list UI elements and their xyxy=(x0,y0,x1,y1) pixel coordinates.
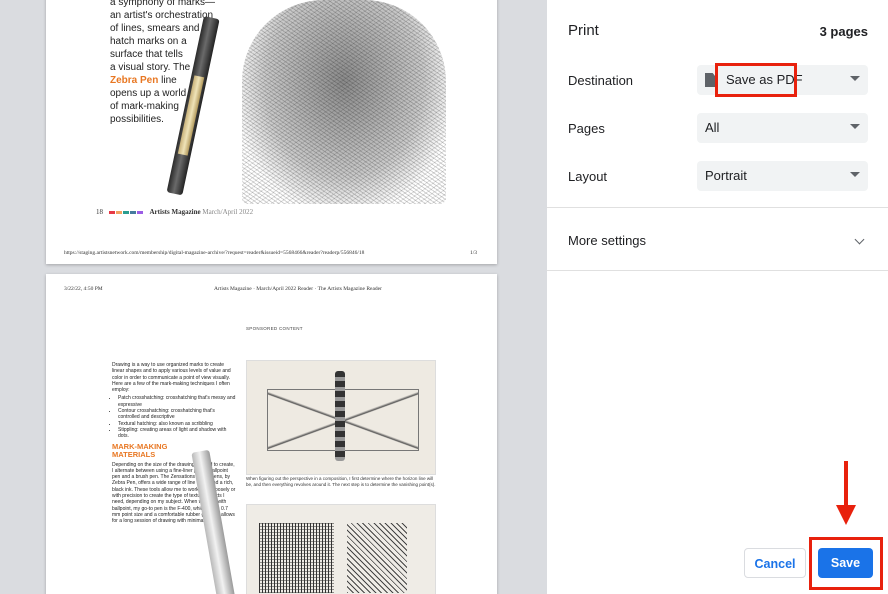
pages-value: All xyxy=(705,120,720,135)
annotation-arrow-shaft xyxy=(844,461,848,511)
destination-select[interactable]: Save as PDF xyxy=(697,65,868,95)
folio-number: 18 xyxy=(96,208,103,216)
divider xyxy=(547,207,888,208)
pages-select[interactable]: All xyxy=(697,113,868,143)
annotation-arrow-head xyxy=(836,505,856,525)
chevron-down-icon xyxy=(850,124,860,129)
figure-caption: When figuring out the perspective in a c… xyxy=(246,476,436,487)
pages-label: Pages xyxy=(568,121,605,136)
zebra-pen-highlight: Zebra Pen xyxy=(110,75,159,86)
print-preview-pane[interactable]: a symphony of marks— an artist's orchest… xyxy=(0,0,547,594)
layout-label: Layout xyxy=(568,169,608,184)
list-item: Patch crosshatching: crosshatching that'… xyxy=(118,395,236,408)
page-number: 1/3 xyxy=(469,250,477,256)
layout-value: Portrait xyxy=(705,168,747,183)
footer-url: https://staging.artistsnetwork.com/membe… xyxy=(64,250,365,256)
divider xyxy=(547,270,888,271)
sponsored-label: SPONSORED CONTENT xyxy=(246,326,303,331)
document-icon xyxy=(705,73,716,87)
layout-select[interactable]: Portrait xyxy=(697,161,868,191)
header-date: 3/22/22, 4:50 PM xyxy=(64,286,103,292)
more-settings-toggle[interactable]: More settings xyxy=(568,233,646,248)
header-title: Artists Magazine · March/April 2022 Read… xyxy=(214,286,382,292)
chevron-down-icon xyxy=(850,76,860,81)
destination-value: Save as PDF xyxy=(726,72,803,87)
preview-page-2: 3/22/22, 4:50 PM Artists Magazine · Marc… xyxy=(46,274,497,594)
page-count: 3 pages xyxy=(819,24,868,39)
grayscale-sketch xyxy=(246,504,436,594)
portrait-drawing xyxy=(242,0,446,204)
chevron-down-icon xyxy=(850,172,860,177)
list-item: Stippling: creating areas of light and s… xyxy=(118,427,236,440)
folio-issue: March/April 2022 xyxy=(202,208,254,216)
list-item: Contour crosshatching: crosshatching tha… xyxy=(118,408,236,421)
technique-list: Patch crosshatching: crosshatching that'… xyxy=(112,395,236,439)
save-button[interactable]: Save xyxy=(818,548,873,578)
destination-label: Destination xyxy=(568,73,634,88)
article-intro: Drawing is a way to use organized marks … xyxy=(112,362,231,394)
dialog-title: Print xyxy=(568,22,599,39)
cancel-button[interactable]: Cancel xyxy=(744,548,806,578)
page-folio: 18 Artists Magazine March/April 2022 xyxy=(96,208,253,216)
folio-color-bars xyxy=(108,208,144,216)
section-heading: MARK-MAKING MATERIALS xyxy=(112,441,168,460)
perspective-sketch xyxy=(246,360,436,475)
chevron-down-icon[interactable] xyxy=(854,234,865,245)
print-settings-pane: Print 3 pages Destination Save as PDF Pa… xyxy=(547,0,888,594)
preview-page-1: a symphony of marks— an artist's orchest… xyxy=(46,0,497,264)
folio-magazine: Artists Magazine xyxy=(149,208,201,216)
